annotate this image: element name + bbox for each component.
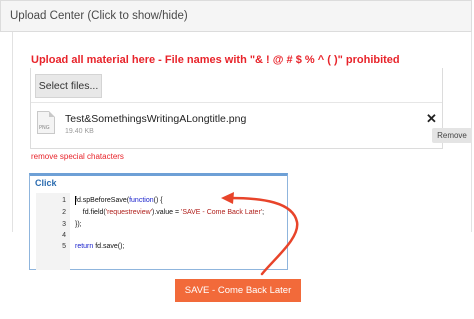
code-line-5[interactable]: return fd.save(); [75,243,124,250]
file-size: 19.40 KB [65,128,94,135]
line-number: 1 [62,197,66,204]
file-image-icon: PNG [37,111,55,134]
text-cursor [75,196,76,205]
upload-center-header[interactable]: Upload Center (Click to show/hide) [0,0,472,32]
panel-title[interactable]: Upload Center (Click to show/hide) [10,10,188,22]
code-keyword: return [75,243,94,250]
file-name: Test&SomethingsWritingALongtitle.png [65,113,247,125]
code-line-2[interactable]: fd.field('requestreview').value = 'SAVE … [75,209,264,216]
line-number: 3 [62,221,66,228]
code-token: fd.save(); [93,243,125,250]
line-number: 4 [62,232,66,239]
upload-warning-text: Upload all material here - File names wi… [31,54,400,66]
save-come-back-later-button[interactable]: SAVE - Come Back Later [175,279,301,302]
line-number: 5 [62,243,66,250]
code-editor-label: Click [35,178,57,188]
code-line-1[interactable]: fd.spBeforeSave(function() { [75,197,163,204]
close-icon[interactable]: ✕ [426,112,437,125]
code-line-3[interactable]: }); [75,221,82,228]
select-files-button[interactable]: Select files... [35,74,102,98]
code-token: ; [262,209,265,216]
code-token: }); [75,221,82,228]
file-icon-extension: PNG [39,125,50,131]
code-keyword: function [129,197,154,204]
code-string: 'SAVE - Come Back Later' [180,209,263,216]
uploaded-file-row [31,102,442,148]
code-string: 'requestreview' [105,209,152,216]
line-number: 2 [62,209,66,216]
remove-tooltip: Remove [432,128,472,143]
remove-special-characters-message: remove special chatacters [31,152,124,161]
code-token: fd.field( [75,209,106,216]
code-token: fd.spBeforeSave( [75,197,130,204]
file-icon-fold [49,111,55,117]
code-token: () { [153,197,163,204]
code-token: ).value = [151,209,181,216]
